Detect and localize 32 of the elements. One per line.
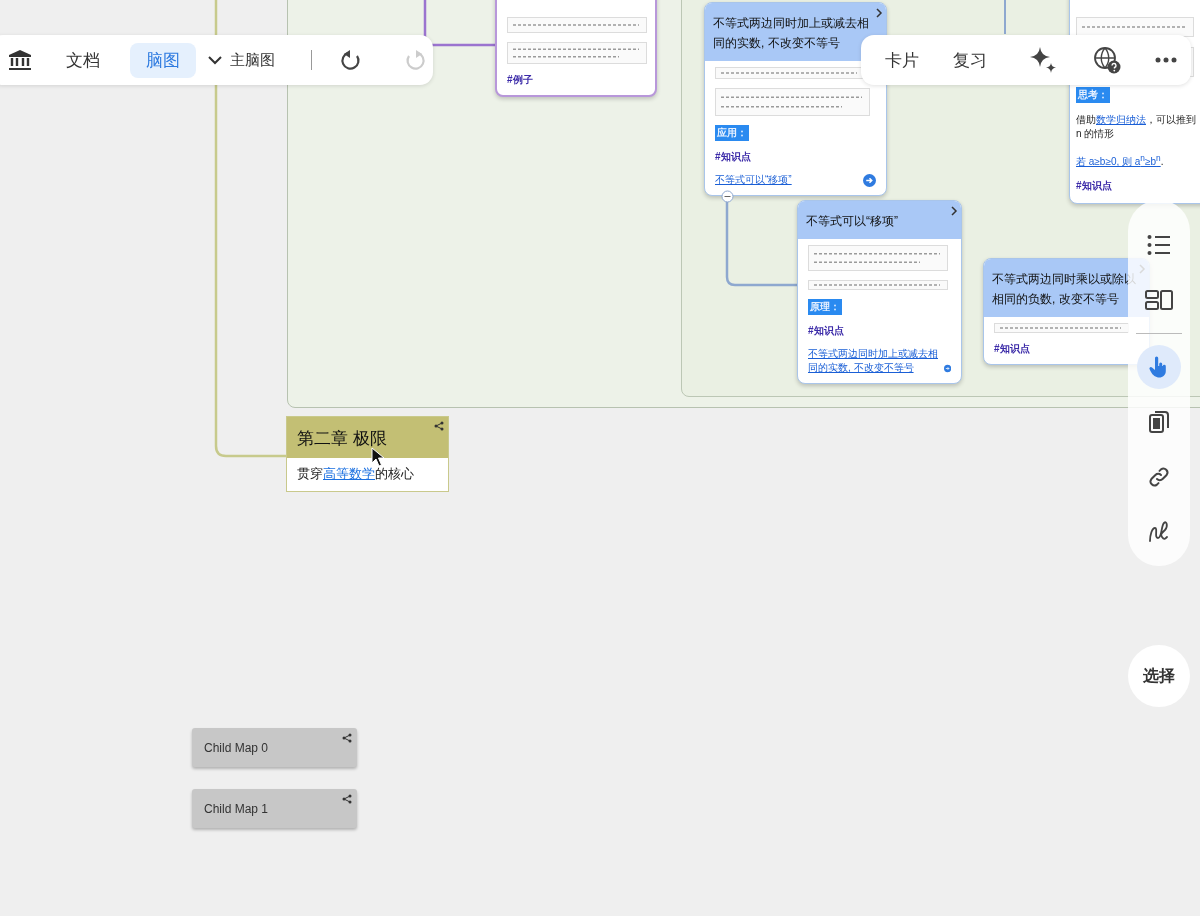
section-label: 思考： <box>1076 86 1110 103</box>
node-title: Child Map 0 <box>203 740 269 755</box>
card[interactable]: #例子 <box>495 0 657 97</box>
view-tab[interactable]: 脑图 <box>130 42 196 78</box>
select-button[interactable]: 选择 <box>1128 645 1190 707</box>
formula-text: 若 a≥b≥0, 则 a$^{n}$≥b$^{n}$. <box>1076 151 1164 169</box>
map-menu[interactable]: 主脑图 <box>204 44 279 76</box>
tag[interactable]: #知识点 <box>1076 179 1112 193</box>
text-link[interactable]: 高等数学 <box>323 466 375 481</box>
toolbar-button[interactable]: 复习 <box>951 42 989 78</box>
tag[interactable]: #知识点 <box>715 150 751 164</box>
view-tab[interactable]: 文档 <box>50 42 116 78</box>
card[interactable]: 不等式可以“移项” 原理： #知识点 不等式两边同时加上或减去相同的实数, 不改变不等号 <box>797 200 962 384</box>
card-title: 不等式可以“移项” <box>806 213 899 230</box>
node-text: 贯穿高等数学的核心 <box>296 465 415 483</box>
tag[interactable]: #例子 <box>507 73 533 87</box>
card-link[interactable]: 不等式两边同时加上或减去相同的实数, 不改变不等号 <box>808 347 940 375</box>
tag[interactable]: #知识点 <box>994 342 1030 356</box>
card-title: 不等式两边同时乘以或除以相同的负数, 改变不等号 <box>992 271 1137 308</box>
text-link[interactable]: 数学归纳法 <box>1096 113 1146 125</box>
section-label: 应用： <box>715 125 749 141</box>
node-title: 第二章 极限 <box>297 428 388 450</box>
card-text: 借助数学归纳法，可以推到 n 的情形 <box>1076 112 1196 141</box>
section-label: 原理： <box>808 299 842 315</box>
node-title: Child Map 1 <box>203 801 269 816</box>
formula-link[interactable]: 若 a≥b≥0, 则 a$^{n}$≥b$^{n}$ <box>1076 156 1161 167</box>
tag[interactable]: #知识点 <box>808 324 844 338</box>
card-title: 不等式两边同时加上或减去相同的实数, 不改变不等号 <box>713 15 870 52</box>
child-map-node[interactable]: Child Map 0 <box>192 728 357 767</box>
chapter-node[interactable]: 第二章 极限 贯穿高等数学的核心 <box>286 416 449 492</box>
card-link[interactable]: 不等式可以“移项” <box>715 173 792 187</box>
child-map-node[interactable]: Child Map 1 <box>192 789 357 828</box>
